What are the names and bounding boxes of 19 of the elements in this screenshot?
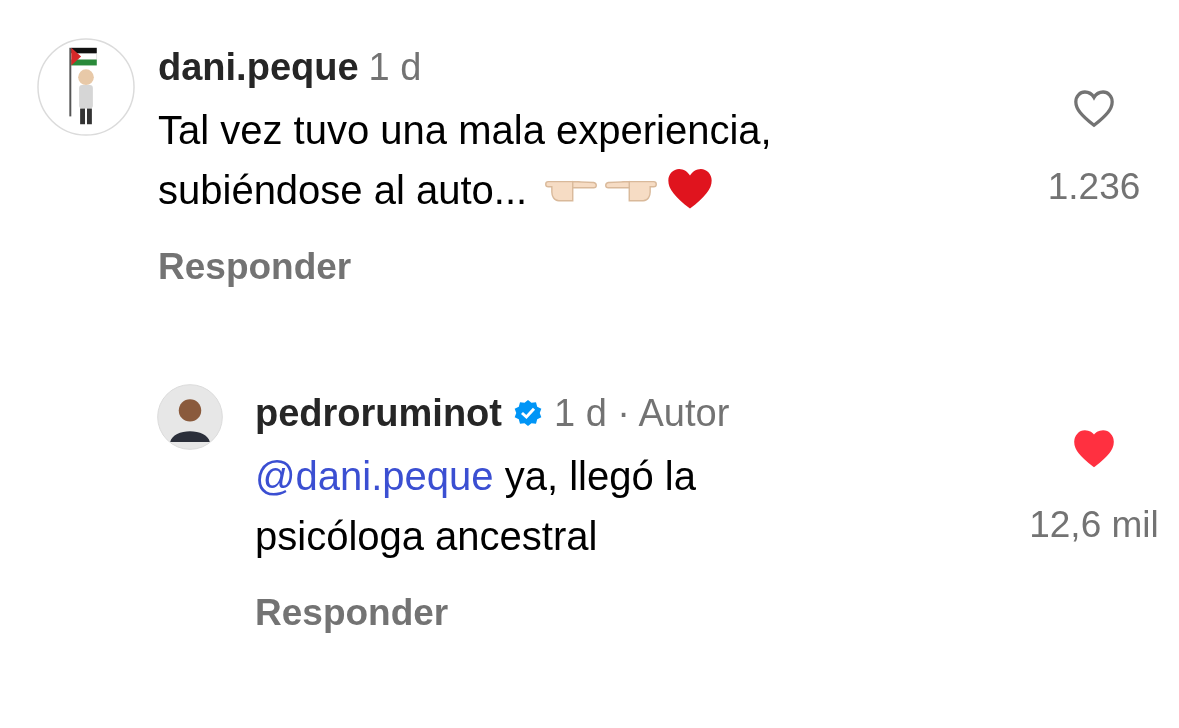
reply-button[interactable]: Responder — [255, 592, 449, 634]
username[interactable]: pedroruminot — [255, 388, 502, 438]
hand-pointing-left-icon — [604, 180, 659, 202]
like-count: 1.236 — [1047, 166, 1141, 208]
comment-text: @dani.peque ya, llegó la psicóloga ancestral — [255, 453, 697, 560]
reply-button[interactable]: Responder — [158, 246, 352, 288]
like-button[interactable] — [1072, 428, 1116, 468]
avatar-icon[interactable] — [157, 384, 223, 450]
like-button[interactable] — [1072, 88, 1116, 128]
mention-link[interactable]: @dani.peque — [255, 454, 494, 498]
heart-icon — [1072, 88, 1116, 128]
comment-meta: 1 d · Autor — [554, 391, 730, 436]
comment-meta: 1 d — [368, 45, 422, 90]
avatar-icon[interactable] — [37, 38, 135, 136]
like-count: 12,6 mil — [1029, 504, 1159, 546]
hand-pointing-right-icon — [544, 180, 599, 202]
heart-icon — [1072, 428, 1116, 468]
username[interactable]: dani.peque — [158, 42, 359, 92]
comment-text: Tal vez tuvo una mala experiencia, subiéndose al auto... — [158, 107, 773, 216]
